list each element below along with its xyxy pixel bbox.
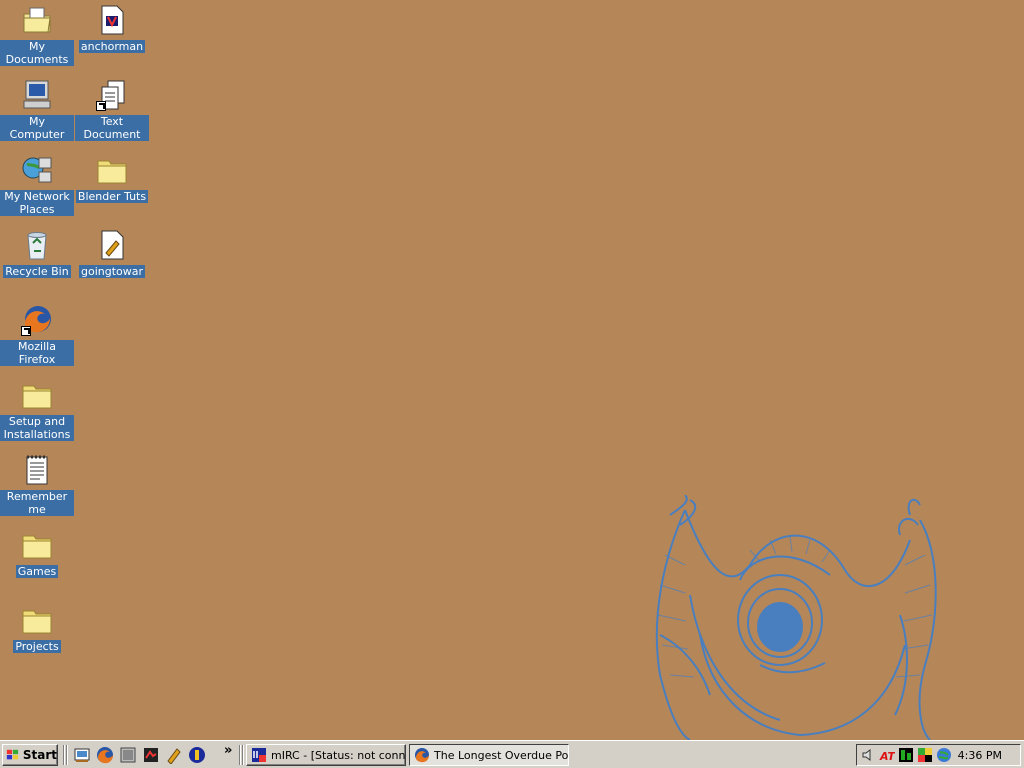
clock[interactable]: 4:36 PM xyxy=(958,749,1002,762)
desktop-icon-my-network-places[interactable]: My Network Places xyxy=(0,154,74,216)
my-documents-icon xyxy=(23,7,51,33)
media-player-icon[interactable] xyxy=(142,746,160,764)
desktop-icon-label: anchorman xyxy=(78,40,146,53)
task-button-label: The Longest Overdue Po... xyxy=(434,748,569,762)
shortcut-arrow-icon xyxy=(21,326,31,336)
desktop-icon-label: Blender Tuts xyxy=(75,190,149,203)
quick-launch-more-button[interactable]: » xyxy=(224,743,232,758)
desktop-icon-label: Mozilla Firefox xyxy=(0,340,74,366)
network-places-icon xyxy=(22,157,52,183)
recycle-bin-icon xyxy=(27,232,47,260)
ati-icon[interactable]: ATI xyxy=(879,747,895,763)
desktop-icon-setup-and-installations[interactable]: Setup and Installations xyxy=(0,379,74,441)
svg-text:ATI: ATI xyxy=(879,750,895,763)
media-file-icon xyxy=(101,5,124,35)
desktop-icon-anchorman[interactable]: anchorman xyxy=(75,4,149,53)
shortcut-arrow-icon xyxy=(96,101,106,111)
desktop-icon-label: Text Document xyxy=(75,115,149,141)
taskbar-separator xyxy=(242,745,244,765)
start-button[interactable]: Start xyxy=(2,744,58,766)
my-computer-icon xyxy=(23,80,51,109)
desktop-icon-mozilla-firefox[interactable]: Mozilla Firefox xyxy=(0,304,74,366)
app-icon[interactable] xyxy=(119,746,137,764)
taskbar: Start » mIRC - [Status: not conn... The … xyxy=(0,740,1024,768)
network-globe-icon[interactable] xyxy=(936,747,952,763)
script-icon[interactable] xyxy=(165,746,183,764)
volume-icon[interactable] xyxy=(860,747,876,763)
folder-icon xyxy=(22,535,52,559)
task-button-label: mIRC - [Status: not conn... xyxy=(271,748,406,762)
desktop-icon-projects[interactable]: Projects xyxy=(0,604,74,653)
desktop-icon-label: Remember me xyxy=(0,490,74,516)
desktop-icon-my-documents[interactable]: My Documents xyxy=(0,4,74,66)
meter-icon[interactable] xyxy=(898,747,914,763)
script-file-icon xyxy=(101,230,124,260)
taskbar-separator xyxy=(63,745,65,765)
desktop-icon-text-document[interactable]: Text Document xyxy=(75,79,149,141)
desktop-icon-label: Projects xyxy=(13,640,61,653)
desktop-icon-label: My Network Places xyxy=(0,190,74,216)
firefox-icon xyxy=(415,748,429,763)
desktop-icon-goingtowar[interactable]: goingtowar xyxy=(75,229,149,278)
desktop-icon-my-computer[interactable]: My Computer xyxy=(0,79,74,141)
task-button-mirc[interactable]: mIRC - [Status: not conn... xyxy=(246,744,406,766)
show-desktop-icon[interactable] xyxy=(73,746,91,764)
task-button-firefox[interactable]: The Longest Overdue Po... xyxy=(409,744,569,766)
folder-icon xyxy=(97,160,127,184)
windows-logo-icon xyxy=(6,749,19,760)
notepad-document-icon xyxy=(26,455,48,485)
desktop-icon-label: Setup and Installations xyxy=(0,415,74,441)
folder-icon xyxy=(22,385,52,409)
desktop-icon-label: Recycle Bin xyxy=(3,265,71,278)
desktop-icon-label: My Computer xyxy=(0,115,74,141)
wallpaper-creature-sketch xyxy=(655,495,937,740)
taskbar-separator xyxy=(66,745,68,765)
desktop-icon-games[interactable]: Games xyxy=(0,529,74,578)
desktop-icon-remember-me[interactable]: Remember me xyxy=(0,454,74,516)
desktop-icon-label: My Documents xyxy=(0,40,74,66)
misc-app-icon[interactable] xyxy=(188,746,206,764)
system-tray: ATI 4:36 PM xyxy=(856,744,1021,766)
desktop-icon-blender-tuts[interactable]: Blender Tuts xyxy=(75,154,149,203)
taskbar-separator xyxy=(239,745,241,765)
desktop: My Documents My Computer My Network Plac… xyxy=(0,0,1024,740)
desktop-icon-recycle-bin[interactable]: Recycle Bin xyxy=(0,229,74,278)
color-app-icon[interactable] xyxy=(917,747,933,763)
folder-icon xyxy=(22,610,52,634)
start-label: Start xyxy=(22,748,57,762)
desktop-icon-label: Games xyxy=(15,565,59,578)
mirc-icon xyxy=(252,748,266,762)
desktop-icon-label: goingtowar xyxy=(78,265,146,278)
firefox-icon[interactable] xyxy=(96,746,114,764)
